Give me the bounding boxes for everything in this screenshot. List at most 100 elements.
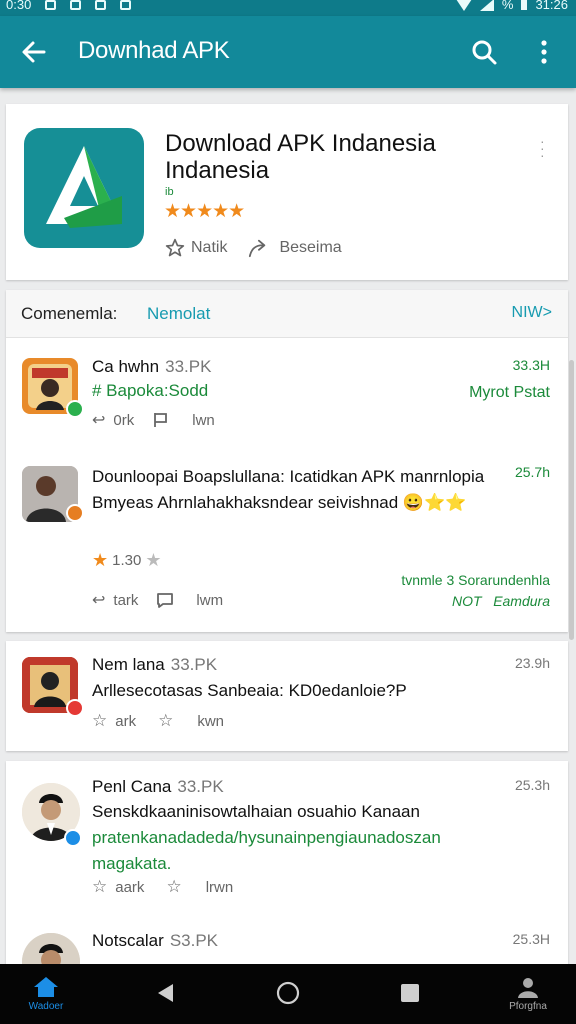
sort-filter[interactable]: Nemolat bbox=[147, 304, 210, 324]
comment-text-line: magakata. bbox=[92, 854, 172, 873]
comment-text: Dounloopai Boapslullana: Icatidkan APK m… bbox=[92, 467, 485, 512]
reply-icon[interactable]: ↩ bbox=[92, 590, 105, 610]
rating-stars: ★★★★★ bbox=[164, 201, 245, 222]
app-bar: Downhad APK bbox=[0, 16, 576, 88]
battery-icon bbox=[521, 0, 528, 10]
rating-value: 1.30 bbox=[112, 552, 142, 569]
signal-icon bbox=[479, 0, 494, 11]
comments-header: Comenemla: Nemolat NIW> bbox=[6, 290, 568, 338]
notification-icon bbox=[70, 0, 82, 10]
navigation-bar: Wadoer Pforgfna bbox=[0, 964, 576, 1024]
more-options-icon[interactable] bbox=[530, 38, 558, 66]
app-name-line2: Indanesia bbox=[165, 157, 270, 184]
comment-actions: ☆ aark ☆ lrwn bbox=[92, 877, 233, 897]
share-icon[interactable] bbox=[247, 238, 269, 258]
recents-square-icon[interactable] bbox=[401, 984, 419, 1002]
flag-label[interactable]: lwn bbox=[192, 412, 215, 429]
comment-right-label[interactable]: NOT Eamdura bbox=[452, 593, 550, 609]
verified-badge-icon bbox=[66, 400, 84, 418]
comment-label[interactable]: lwm bbox=[196, 592, 223, 609]
reply-label[interactable]: tark bbox=[113, 592, 138, 609]
reply-label[interactable]: kwn bbox=[197, 713, 224, 730]
app-actions: Natik Beseima bbox=[165, 238, 342, 258]
reply-label[interactable]: 0rk bbox=[113, 412, 134, 429]
author-meta: 33.PK bbox=[165, 357, 212, 376]
share-label[interactable]: Beseima bbox=[279, 239, 341, 257]
comment-text: Arllesecotasas Sanbeaia: KD0edanloie?P bbox=[92, 681, 407, 700]
right-label-b: Eamdura bbox=[493, 593, 550, 609]
nav-profile[interactable]: Pforgfna bbox=[498, 976, 558, 1012]
nav-home[interactable]: Wadoer bbox=[18, 976, 74, 1012]
right-label-a: NOT bbox=[451, 593, 482, 609]
author-meta: 33.PK bbox=[170, 655, 218, 674]
like-label[interactable]: aark bbox=[115, 879, 144, 896]
verified-badge-icon bbox=[66, 699, 84, 717]
comments-card: Comenemla: Nemolat NIW> Ca hwhn 33.PK 33.… bbox=[6, 290, 568, 632]
comment-text-line: pratenkanadadeda/hysunainpengiaunadoszan bbox=[92, 828, 441, 847]
comment-author: Notscalar S3.PK bbox=[92, 931, 218, 951]
comment-bubble-icon[interactable] bbox=[156, 591, 174, 609]
comment-author: Penl Cana 33.PK bbox=[92, 777, 224, 797]
verified-badge-icon bbox=[66, 504, 84, 522]
profile-icon bbox=[518, 978, 538, 998]
star-outline-icon[interactable] bbox=[165, 238, 185, 258]
star-filled-icon: ★ bbox=[92, 550, 109, 570]
new-comments-link[interactable]: NIW> bbox=[512, 304, 552, 322]
comment-actions: ☆ ark ☆ kwn bbox=[92, 711, 224, 731]
flag-icon[interactable] bbox=[152, 411, 170, 429]
battery-time: 31:26 bbox=[535, 0, 568, 12]
comment-right-label[interactable]: tvnmle 3 Sorarundenhla bbox=[401, 572, 550, 588]
status-time: 0:30 bbox=[6, 0, 32, 12]
verified-badge-icon bbox=[64, 829, 82, 847]
author-meta: 33.PK bbox=[177, 777, 224, 796]
comment-item: 25.7h Dounloopai Boapslullana: Icatidkan… bbox=[6, 450, 568, 632]
star-outline-icon[interactable]: ☆ bbox=[166, 877, 181, 897]
signal-percent: % bbox=[501, 0, 514, 12]
author-meta: S3.PK bbox=[169, 931, 219, 950]
page-title: Downhad APK bbox=[78, 37, 230, 64]
nav-profile-label: Pforgfna bbox=[509, 1001, 547, 1012]
favorite-label[interactable]: Natik bbox=[191, 239, 227, 257]
comment-text: # Bapoka:Sodd bbox=[92, 381, 209, 400]
wifi-icon bbox=[456, 0, 471, 11]
comment-text-line: Senskdkaaninisowtalhaian osuahio Kanaan bbox=[92, 802, 420, 821]
notification-icon bbox=[45, 0, 57, 10]
comment-item: Ca hwhn 33.PK 33.3H # Bapoka:Sodd Myrot P… bbox=[6, 338, 568, 450]
author-name: Penl Cana bbox=[92, 777, 172, 796]
comment-time: 25.3H bbox=[512, 931, 550, 947]
app-name: Download APK Indanesia Indanesia bbox=[165, 130, 505, 184]
notification-icon bbox=[120, 0, 132, 10]
scrollbar[interactable] bbox=[569, 360, 574, 640]
comment-time: 25.7h bbox=[514, 464, 550, 480]
comment-time: 33.3H bbox=[512, 357, 550, 373]
search-icon[interactable] bbox=[470, 38, 498, 66]
app-name-line1: Download APK Indanesia bbox=[165, 130, 436, 157]
reply-icon[interactable]: ↩ bbox=[92, 410, 105, 430]
comment-card: Nem lana 33.PK 23.9h Arllesecotasas Sanbe… bbox=[6, 641, 568, 751]
comment-right-label[interactable]: Myrot Pstat bbox=[469, 384, 550, 402]
comment-card: Penl Cana 33.PK 25.3h Senskdkaaninisowtal… bbox=[6, 761, 568, 991]
like-label[interactable]: ark bbox=[115, 713, 136, 730]
comment-author: Ca hwhn 33.PK bbox=[92, 357, 211, 377]
star-outline-icon: ★ bbox=[145, 550, 162, 570]
author-name: Ca hwhn bbox=[92, 357, 160, 376]
card-menu-icon[interactable]: · · · bbox=[540, 134, 546, 162]
star-outline-icon[interactable]: ☆ bbox=[92, 711, 107, 731]
author-name: Nem lana bbox=[92, 655, 165, 674]
home-circle-icon[interactable] bbox=[276, 981, 300, 1005]
comment-actions: ↩ tark lwm bbox=[92, 590, 223, 610]
comment-rating: ★ 1.30 ★ bbox=[92, 550, 161, 571]
star-outline-icon[interactable]: ☆ bbox=[158, 711, 173, 731]
app-info-card: Download APK Indanesia Indanesia ib ★★★★… bbox=[6, 104, 568, 280]
nav-home-label: Wadoer bbox=[28, 1001, 64, 1012]
app-logo-icon[interactable] bbox=[24, 128, 144, 248]
comment-text: Senskdkaaninisowtalhaian osuahio Kanaan … bbox=[92, 799, 532, 877]
back-arrow-icon[interactable] bbox=[20, 38, 48, 66]
star-outline-icon[interactable]: ☆ bbox=[92, 877, 107, 897]
reply-label[interactable]: lrwn bbox=[206, 879, 234, 896]
comment-actions: ↩ 0rk lwn bbox=[92, 410, 215, 430]
comment-time: 23.9h bbox=[514, 655, 550, 671]
notification-icon bbox=[95, 0, 107, 10]
back-triangle-icon[interactable] bbox=[156, 983, 174, 1003]
comments-label: Comenemla: bbox=[21, 304, 118, 323]
